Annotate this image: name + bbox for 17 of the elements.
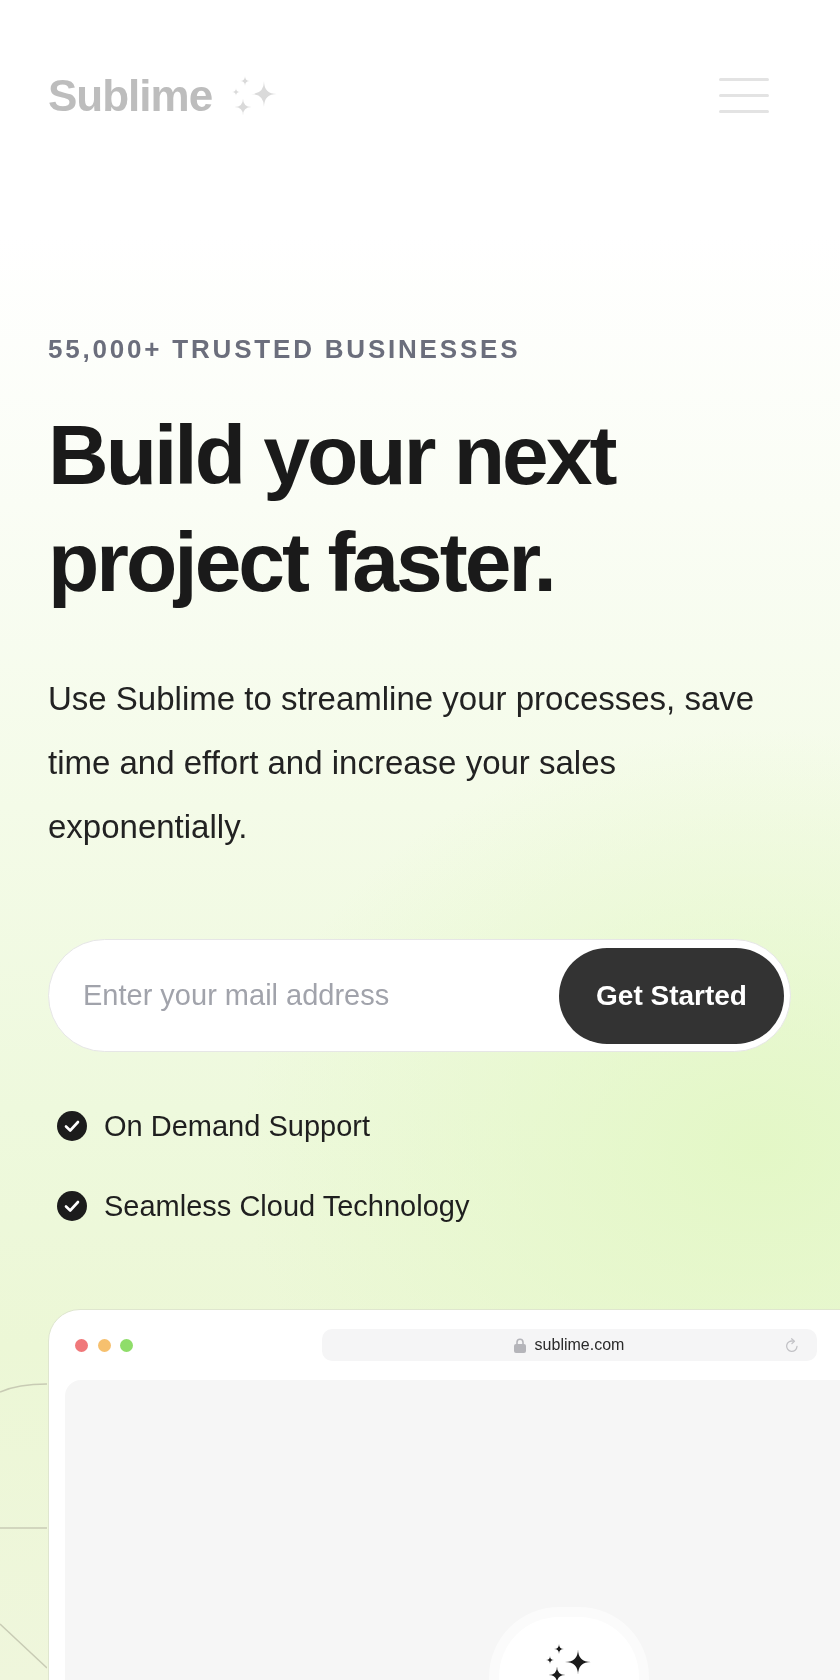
- eyebrow-text: 55,000+ TRUSTED BUSINESSES: [48, 333, 522, 365]
- zoom-dot-icon: [120, 1338, 133, 1352]
- get-started-button[interactable]: Get Started: [559, 948, 784, 1044]
- minimize-dot-icon: [97, 1338, 111, 1352]
- feature-label: On Demand Support: [104, 1109, 370, 1144]
- lock-icon: [513, 1337, 526, 1353]
- address-bar[interactable]: sublime.com: [321, 1329, 817, 1361]
- check-icon: [57, 1111, 87, 1141]
- hero-description: Use Sublime to streamline your processes, save time and effort and increase your sales exponentially.: [48, 679, 756, 847]
- hero-heading: Build your next project faster.: [48, 407, 616, 611]
- reload-icon[interactable]: [784, 1337, 799, 1353]
- menu-button[interactable]: [719, 78, 769, 114]
- menu-icon: [719, 78, 769, 114]
- feature-label: Seamless Cloud Technology: [104, 1189, 470, 1224]
- url-text: sublime.com: [534, 1335, 625, 1355]
- close-dot-icon: [75, 1338, 88, 1352]
- check-icon: [57, 1191, 87, 1221]
